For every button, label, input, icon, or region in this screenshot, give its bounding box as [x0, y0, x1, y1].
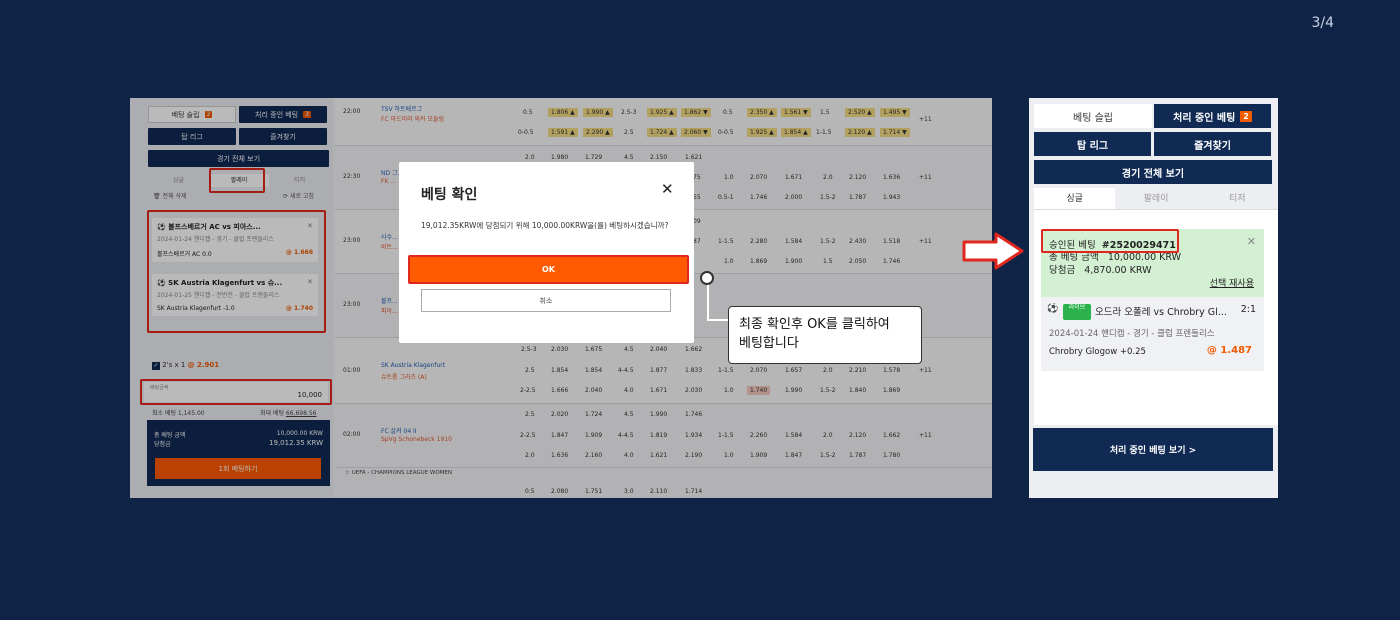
close-icon[interactable]: ✕: [661, 180, 674, 198]
tab-single[interactable]: 싱글: [1034, 188, 1116, 209]
left-screenshot: 베팅 슬립 2 처리 중인 베팅 3 탑 리그 즐겨찾기 경기 전체 보기 싱글…: [130, 98, 992, 498]
callout-box: 최종 확인후 OK를 클릭하여 베팅합니다: [728, 306, 922, 364]
favorites-button[interactable]: 즐겨찾기: [1154, 132, 1271, 156]
modal-message: 19,012.35KRW에 당첨되기 위해 10,000.00KRW을(를) 베…: [421, 221, 669, 230]
pending-badge: 2: [1240, 110, 1252, 122]
bet-pick: Chrobry Glogow +0.25: [1049, 347, 1146, 357]
pending-bets-button[interactable]: 처리 중인 베팅 2: [1154, 104, 1271, 128]
arrow-right-icon: [962, 232, 1024, 270]
win-row: 당첨금 4,870.00 KRW: [1049, 262, 1151, 276]
tab-parlay[interactable]: 팔레이: [1115, 188, 1196, 209]
top-league-button[interactable]: 탑 리그: [1034, 132, 1151, 156]
match-sub: 2024-01-24 핸디캡 - 경기 - 클럽 프렌들리스: [1049, 329, 1215, 339]
win-value: 4,870.00 KRW: [1084, 265, 1152, 276]
modal-title: 베팅 확인: [421, 187, 478, 203]
betslip-button[interactable]: 베팅 슬립: [1034, 104, 1152, 128]
ok-button[interactable]: OK: [408, 255, 689, 284]
bet-odd: @ 1.487: [1206, 345, 1252, 356]
tab-teaser[interactable]: 티저: [1197, 188, 1278, 209]
callout-connector: [707, 285, 729, 321]
match-name[interactable]: 오드라 오폴레 vs Chrobry Gl...: [1095, 304, 1227, 318]
live-badge: 라이브: [1063, 304, 1091, 320]
callout-line1: 최종 확인후 OK를 클릭하여: [739, 317, 890, 332]
callout-dot: [700, 271, 714, 285]
reuse-selection-link[interactable]: 선택 재사용: [1210, 276, 1254, 289]
pending-label: 처리 중인 베팅: [1173, 112, 1236, 124]
callout-line2: 베팅합니다: [739, 336, 799, 351]
confirm-modal: 베팅 확인 ✕ 19,012.35KRW에 당첨되기 위해 10,000.00K…: [399, 162, 694, 343]
soccer-ball-icon: ⚽: [1047, 304, 1059, 314]
match-score: 2:1: [1240, 304, 1256, 315]
close-icon[interactable]: ✕: [1247, 235, 1256, 248]
page-counter: 3/4: [1311, 15, 1334, 31]
bet-type-tabs: 싱글 팔레이 티저: [1034, 188, 1278, 210]
right-screenshot: 베팅 슬립 처리 중인 베팅 2 탑 리그 즐겨찾기 경기 전체 보기 싱글 팔…: [1029, 98, 1278, 498]
bet-detail-card: ⚽ 라이브 오드라 오폴레 vs Chrobry Gl... 2:1 2024-…: [1041, 297, 1264, 371]
approved-highlight: [1041, 229, 1179, 253]
win-label: 당첨금: [1049, 265, 1076, 276]
cancel-button[interactable]: 취소: [421, 289, 671, 312]
all-matches-button[interactable]: 경기 전체 보기: [1034, 160, 1272, 184]
view-pending-bets-button[interactable]: 처리 중인 베팅 보기 >: [1033, 428, 1273, 471]
